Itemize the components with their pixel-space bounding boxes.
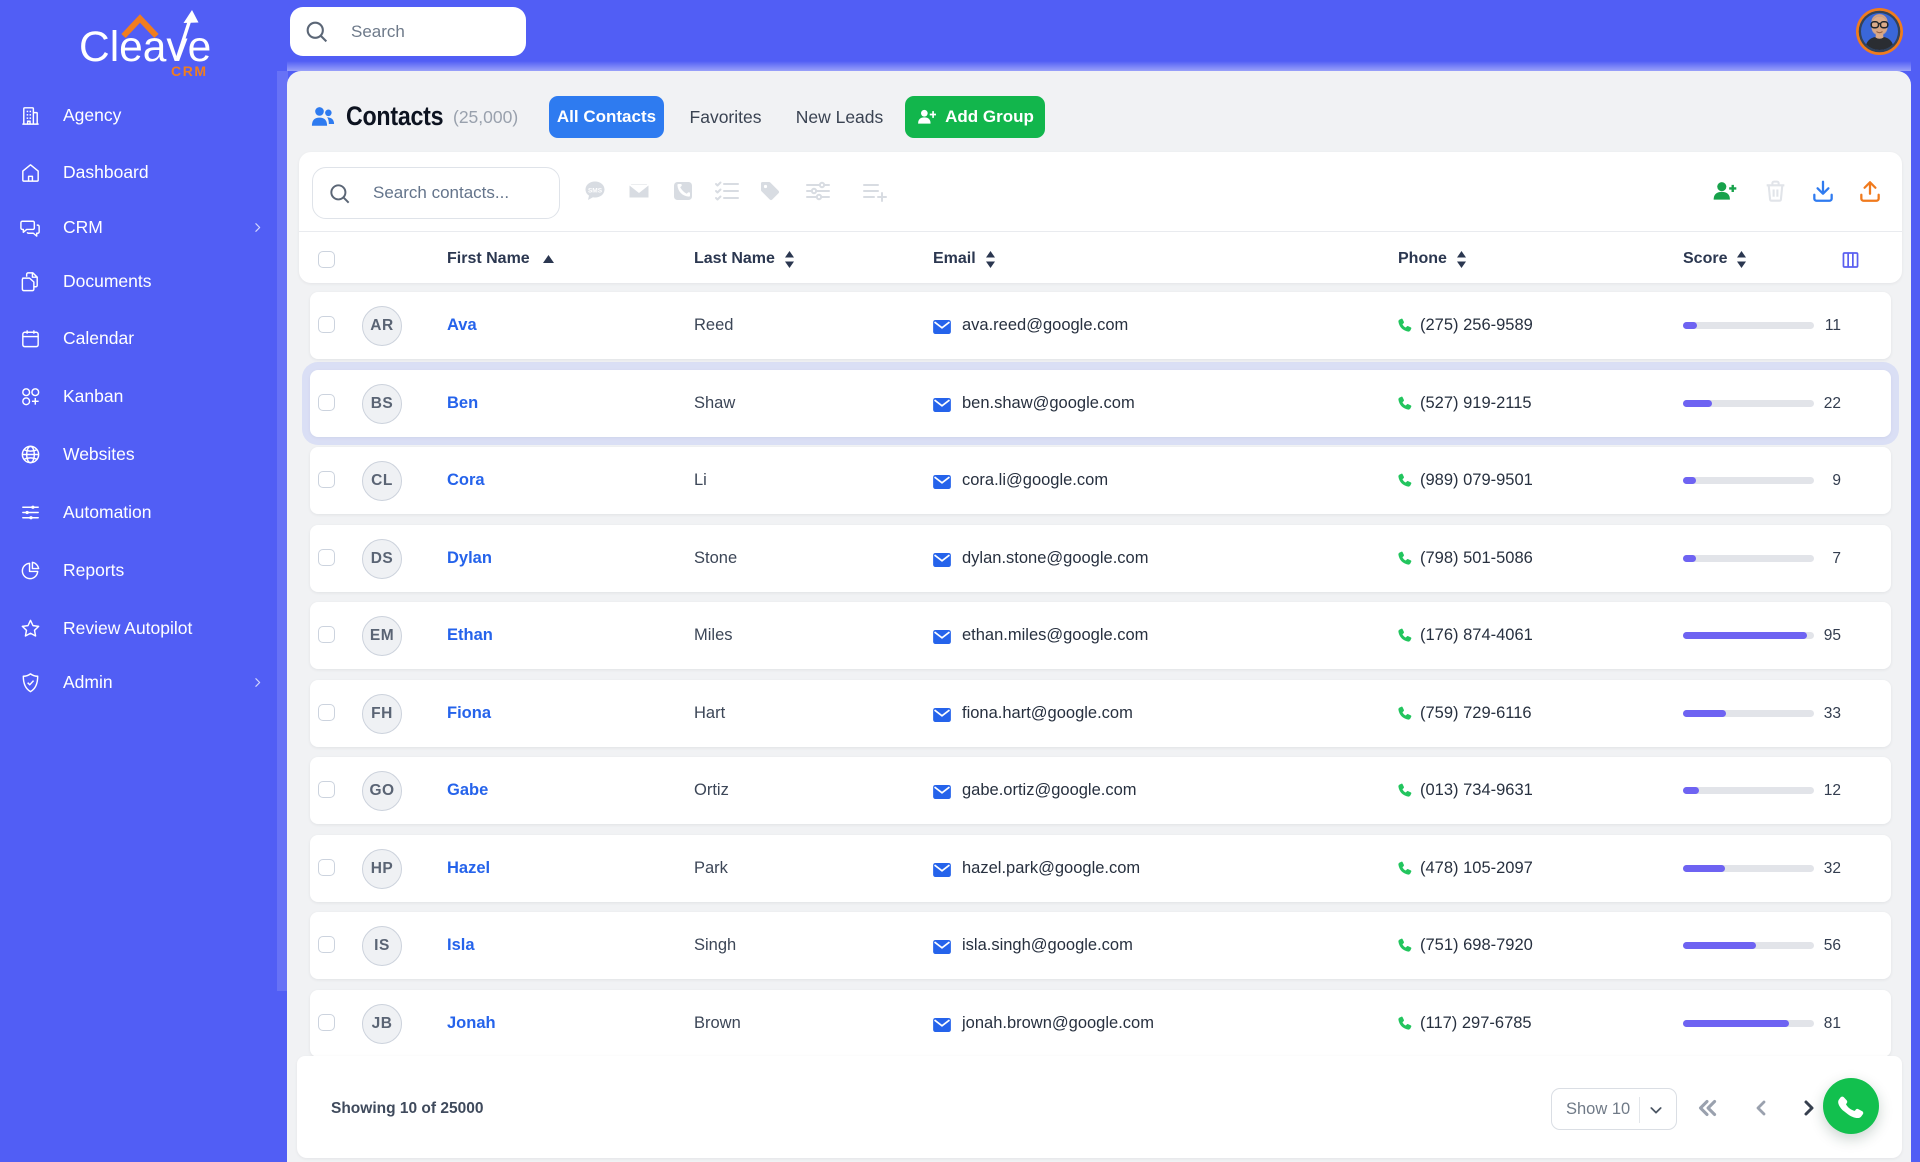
svg-text:SMS: SMS [588,188,603,195]
svg-text:CRM: CRM [171,63,208,79]
